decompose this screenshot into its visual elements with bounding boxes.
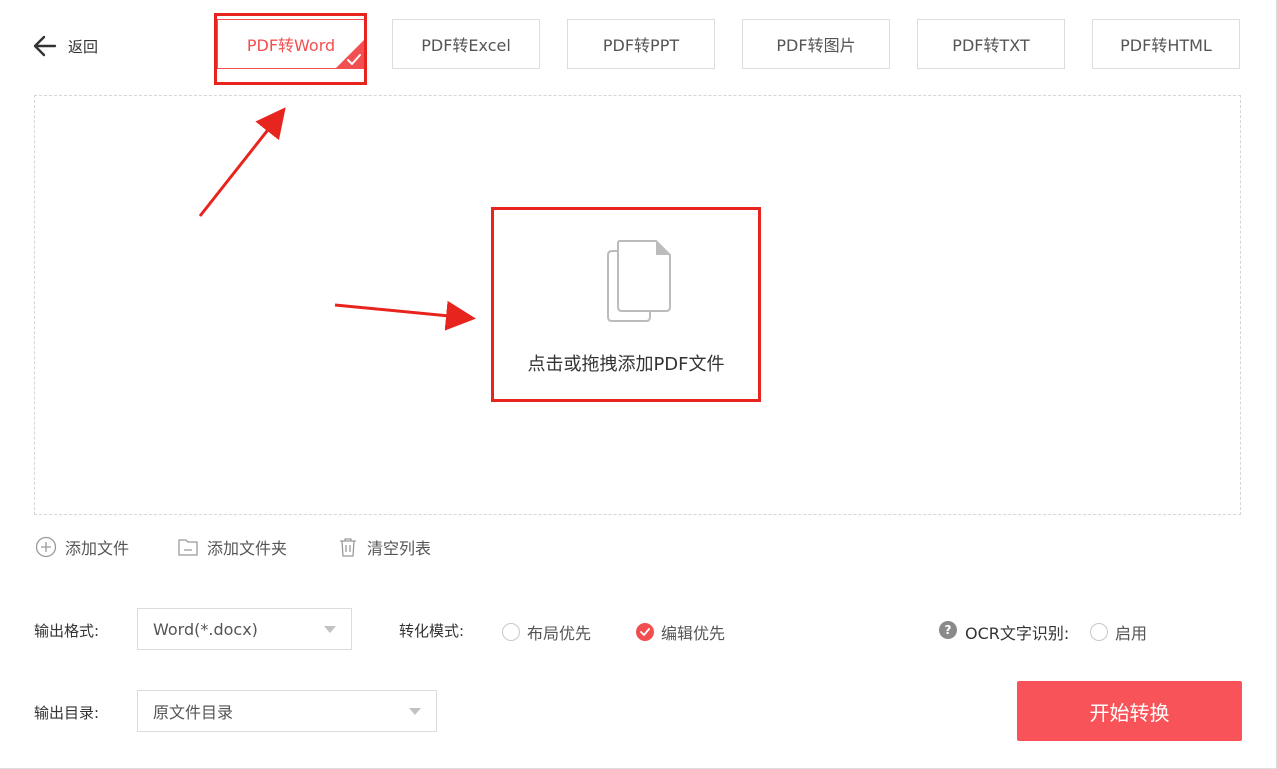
tab-label: PDF转HTML <box>1120 36 1212 55</box>
radio-circle-icon <box>502 623 520 641</box>
start-convert-button[interactable]: 开始转换 <box>1017 681 1242 741</box>
output-dir-value: 原文件目录 <box>153 703 234 722</box>
add-file-button[interactable]: 添加文件 <box>35 535 129 559</box>
back-label: 返回 <box>68 37 99 56</box>
tab-pdf-to-word[interactable]: PDF转Word <box>217 19 365 69</box>
check-icon <box>640 628 650 636</box>
tab-label: PDF转TXT <box>952 36 1030 55</box>
chevron-down-icon <box>409 708 421 715</box>
ocr-label: OCR文字识别: <box>965 624 1070 643</box>
radio-circle-icon <box>1090 623 1108 641</box>
clear-list-button[interactable]: 清空列表 <box>337 535 431 559</box>
output-format-value: Word(*.docx) <box>153 619 258 639</box>
add-pdf-drop-target[interactable]: 点击或拖拽添加PDF文件 <box>491 207 761 402</box>
check-corner-icon <box>336 40 364 68</box>
radio-layout-priority[interactable]: 布局优先 <box>502 620 591 644</box>
back-button[interactable]: 返回 <box>33 33 98 59</box>
conversion-mode-label: 转化模式: <box>399 622 465 640</box>
radio-label: 布局优先 <box>527 624 592 643</box>
radio-label: 编辑优先 <box>661 624 726 643</box>
help-icon[interactable]: ? <box>939 621 957 639</box>
radio-checked-icon <box>636 623 654 641</box>
drop-hint-text: 点击或拖拽添加PDF文件 <box>527 354 725 375</box>
clear-list-label: 清空列表 <box>367 539 432 558</box>
tab-pdf-to-txt[interactable]: PDF转TXT <box>917 19 1065 69</box>
add-folder-label: 添加文件夹 <box>207 539 288 558</box>
converter-window: 返回 PDF转Word PDF转Excel PDF转PPT PDF转图片 PDF… <box>0 0 1277 769</box>
output-dir-label: 输出目录: <box>34 704 100 722</box>
output-format-select[interactable]: Word(*.docx) <box>137 608 352 650</box>
document-icon <box>607 240 671 322</box>
folder-icon <box>178 539 198 556</box>
tab-pdf-to-html[interactable]: PDF转HTML <box>1092 19 1240 69</box>
add-folder-button[interactable]: 添加文件夹 <box>177 535 287 559</box>
tab-pdf-to-excel[interactable]: PDF转Excel <box>392 19 540 69</box>
tab-label: PDF转图片 <box>776 36 856 55</box>
ocr-enable-radio[interactable]: 启用 <box>1090 620 1147 644</box>
radio-label: 启用 <box>1115 624 1148 643</box>
tab-pdf-to-image[interactable]: PDF转图片 <box>742 19 890 69</box>
add-file-label: 添加文件 <box>65 539 130 558</box>
radio-edit-priority[interactable]: 编辑优先 <box>636 620 725 644</box>
tab-label: PDF转PPT <box>602 36 680 55</box>
tab-pdf-to-ppt[interactable]: PDF转PPT <box>567 19 715 69</box>
tab-label: PDF转Word <box>246 36 336 55</box>
arrow-left-icon <box>33 35 57 57</box>
output-dir-select[interactable]: 原文件目录 <box>137 690 437 732</box>
trash-icon <box>340 538 356 557</box>
chevron-down-icon <box>324 626 336 633</box>
plus-circle-icon <box>35 536 57 558</box>
tab-label: PDF转Excel <box>421 36 511 55</box>
output-format-label: 输出格式: <box>34 622 100 640</box>
